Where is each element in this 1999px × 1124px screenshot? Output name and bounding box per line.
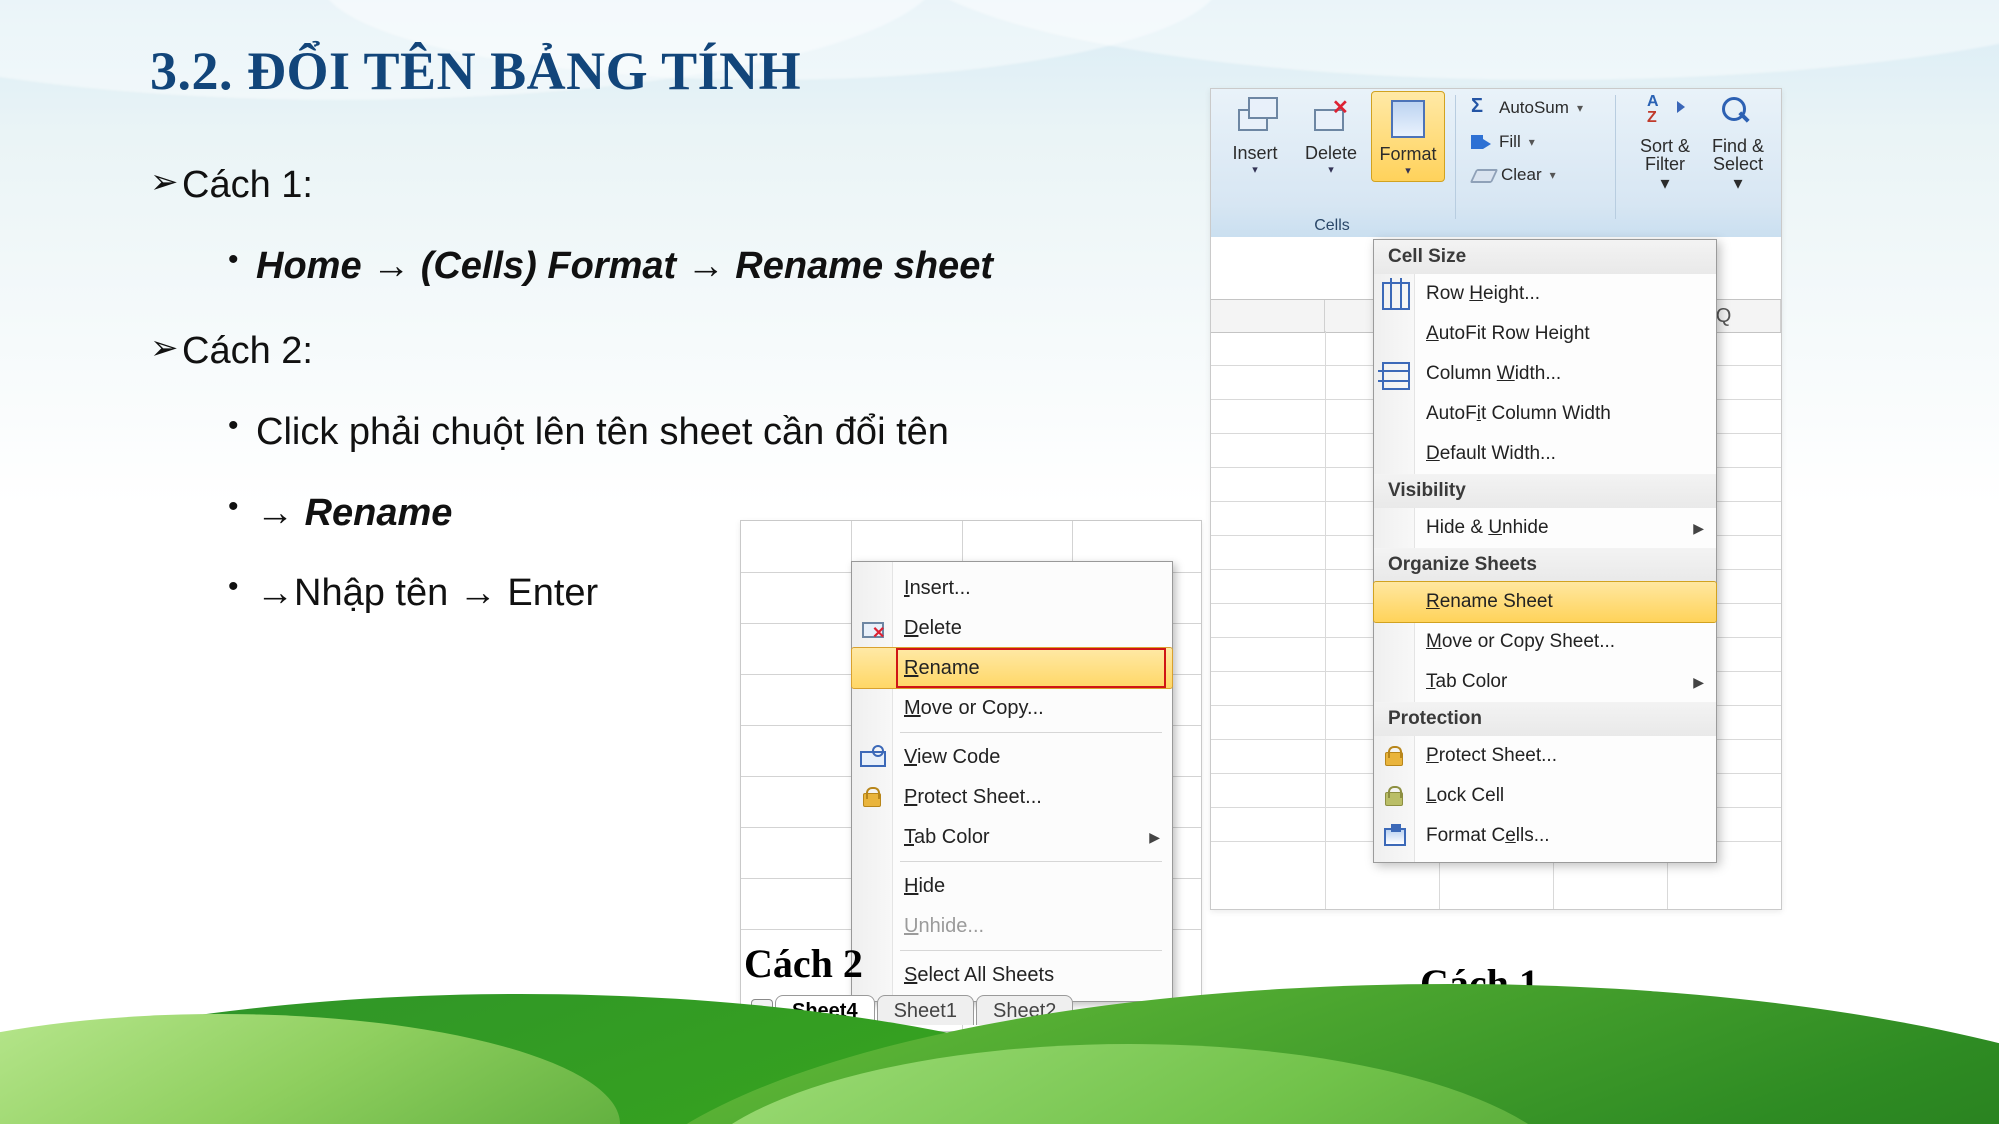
- menu-delete[interactable]: Delete: [852, 608, 1172, 648]
- ribbon-insert-button[interactable]: Insert▾: [1219, 95, 1291, 176]
- col-header[interactable]: [1211, 300, 1325, 332]
- dot-icon: •: [228, 564, 256, 611]
- submenu-arrow-icon: ▶: [1149, 817, 1160, 857]
- menu-insert[interactable]: IInsert...nsert...: [852, 568, 1172, 608]
- bullet-text: → Rename: [256, 484, 452, 543]
- bullet-text: Cách 2:: [182, 322, 313, 381]
- menu-unhide: Unhide...: [852, 906, 1172, 946]
- menu-section: Visibility: [1374, 474, 1716, 508]
- ribbon-format-button[interactable]: Format▾: [1371, 91, 1445, 182]
- lock-icon: [1382, 744, 1406, 768]
- submenu-arrow-icon: ▶: [1693, 508, 1704, 548]
- menu-autofit-column[interactable]: AutoFit Column Width: [1374, 394, 1716, 434]
- menu-select-all[interactable]: Select All Sheets: [852, 955, 1172, 995]
- bullet-method1: ➢ Cách 1:: [150, 156, 993, 215]
- format-dropdown: Cell Size Row Height... AutoFit Row Heig…: [1373, 239, 1717, 863]
- dot-icon: •: [228, 237, 256, 284]
- bullet-text: Click phải chuột lên tên sheet cần đổi t…: [256, 403, 949, 462]
- bullet-method2-step1: • Click phải chuột lên tên sheet cần đổi…: [150, 403, 993, 462]
- menu-section: Protection: [1374, 702, 1716, 736]
- menu-hide[interactable]: Hide: [852, 866, 1172, 906]
- chevron-icon: ➢: [150, 322, 182, 375]
- bullet-text: Cách 1:: [182, 156, 313, 215]
- menu-rename[interactable]: Rename: [852, 648, 1172, 688]
- menu-section: Organize Sheets: [1374, 548, 1716, 582]
- sheet-tab[interactable]: Sheet1: [877, 995, 974, 1025]
- submenu-arrow-icon: ▶: [1693, 662, 1704, 702]
- format-icon: [1385, 96, 1431, 142]
- ribbon-delete-button[interactable]: Delete▾: [1295, 95, 1367, 176]
- menu-move[interactable]: Move or Copy...: [852, 688, 1172, 728]
- bullet-method2: ➢ Cách 2:: [150, 322, 993, 381]
- dot-icon: •: [228, 484, 256, 531]
- menu-lock-cell[interactable]: Lock Cell: [1374, 776, 1716, 816]
- menu-hide-unhide[interactable]: Hide & Unhide▶: [1374, 508, 1716, 548]
- bullet-text: →Nhập tên → Enter: [256, 564, 598, 623]
- illustration-format-dropdown: Insert▾ Delete▾ Format▾ Cells AutoSum▾ F…: [1210, 88, 1782, 910]
- lock-cell-icon: [1382, 784, 1406, 808]
- bullet-method1-step: • Home → (Cells) Format → Rename sheet: [150, 237, 993, 296]
- menu-default-width[interactable]: Default Width...: [1374, 434, 1716, 474]
- fill-icon: [1471, 131, 1493, 153]
- slide: 3.2. ĐỔI TÊN BẢNG TÍNH ➢ Cách 1: • Home …: [0, 0, 1999, 1124]
- sigma-icon: [1471, 97, 1493, 119]
- ribbon-fill[interactable]: Fill▾: [1471, 131, 1535, 153]
- menu-view-code[interactable]: View Code: [852, 737, 1172, 777]
- menu-rename-sheet[interactable]: Rename Sheet: [1374, 582, 1716, 622]
- menu-section: Cell Size: [1374, 240, 1716, 274]
- dot-icon: •: [228, 403, 256, 450]
- caption-method2: Cách 2: [744, 940, 863, 987]
- ribbon-find-button[interactable]: Find &Select▾: [1704, 95, 1772, 194]
- ribbon-clear[interactable]: Clear▾: [1471, 165, 1556, 185]
- ribbon-group-cells: Cells: [1219, 217, 1445, 235]
- menu-format-cells[interactable]: Format Cells...: [1374, 816, 1716, 856]
- menu-move-sheet[interactable]: Move or Copy Sheet...: [1374, 622, 1716, 662]
- menu-autofit-row[interactable]: AutoFit Row Height: [1374, 314, 1716, 354]
- clear-icon: [1471, 165, 1495, 185]
- chevron-icon: ➢: [150, 156, 182, 209]
- sheet-context-menu: IInsert...nsert... Delete Rename Move or…: [851, 561, 1173, 1002]
- menu-protect[interactable]: Protect Sheet...: [852, 777, 1172, 817]
- view-code-icon: [860, 745, 884, 769]
- format-cells-icon: [1382, 824, 1406, 848]
- menu-protect-sheet[interactable]: Protect Sheet...: [1374, 736, 1716, 776]
- ribbon-autosum[interactable]: AutoSum▾: [1471, 97, 1583, 119]
- bullet-text: Home → (Cells) Format → Rename sheet: [256, 237, 993, 296]
- ribbon-sort-button[interactable]: Sort &Filter▾: [1631, 95, 1699, 194]
- find-icon: [1718, 95, 1758, 135]
- insert-icon: [1232, 95, 1278, 141]
- lock-icon: [860, 785, 884, 809]
- delete-icon: [1308, 95, 1354, 141]
- menu-tab-color[interactable]: Tab Color▶: [1374, 662, 1716, 702]
- row-height-icon: [1382, 282, 1410, 310]
- slide-title: 3.2. ĐỔI TÊN BẢNG TÍNH: [150, 40, 801, 102]
- ribbon-sort-find: Sort &Filter▾ Find &Select▾: [1631, 95, 1772, 194]
- menu-column-width[interactable]: Column Width...: [1374, 354, 1716, 394]
- menu-tab-color[interactable]: Tab Color▶: [852, 817, 1172, 857]
- delete-icon: [860, 616, 884, 640]
- menu-row-height[interactable]: Row Height...: [1374, 274, 1716, 314]
- ribbon: Insert▾ Delete▾ Format▾ Cells AutoSum▾ F…: [1211, 89, 1781, 237]
- column-width-icon: [1382, 362, 1410, 390]
